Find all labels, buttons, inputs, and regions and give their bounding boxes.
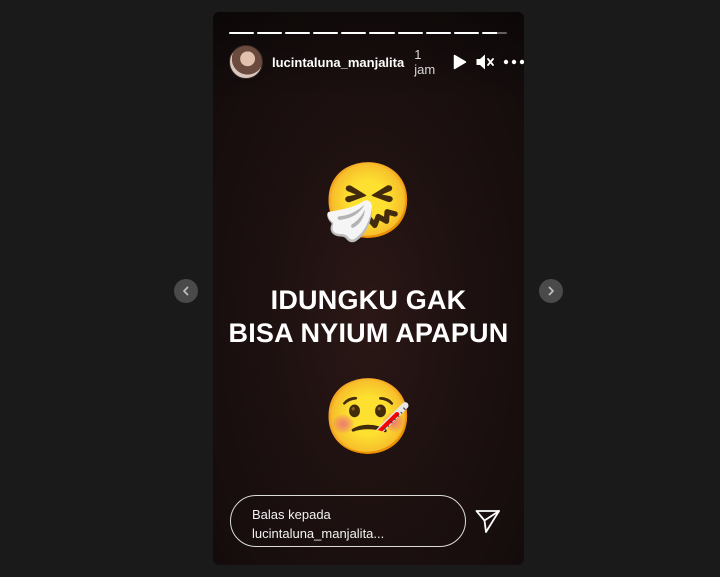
headline-line-1: IDUNGKU GAK <box>270 285 467 315</box>
progress-segment <box>397 32 423 34</box>
story-headline: IDUNGKU GAK BISA NYIUM APAPUN <box>213 284 524 350</box>
progress-segment <box>453 32 479 34</box>
send-icon <box>475 510 500 533</box>
chevron-right-icon <box>548 286 554 296</box>
progress-segment <box>257 32 283 34</box>
more-icon <box>503 59 524 65</box>
story-viewer[interactable]: lucintaluna_manjalita 1 jam 🤧 IDUNGKU GA… <box>213 12 524 565</box>
play-button[interactable] <box>453 52 467 72</box>
thermometer-face-emoji: 🤒 <box>322 374 415 460</box>
progress-segment <box>285 32 311 34</box>
headline-line-2: BISA NYIUM APAPUN <box>228 318 509 348</box>
reply-placeholder-line-2: lucintaluna_manjalita... <box>252 526 385 541</box>
username[interactable]: lucintaluna_manjalita <box>272 55 404 70</box>
progress-segment <box>369 32 395 34</box>
progress-segment <box>229 32 255 34</box>
nav-prev-button[interactable] <box>174 279 198 303</box>
progress-segment <box>425 32 451 34</box>
story-header: lucintaluna_manjalita 1 jam <box>229 45 524 79</box>
sneezing-face-emoji: 🤧 <box>322 158 415 244</box>
chevron-left-icon <box>183 286 189 296</box>
story-progress-bar <box>229 32 507 34</box>
reply-input[interactable]: Balas kepada lucintaluna_manjalita... <box>230 495 466 547</box>
nav-next-button[interactable] <box>539 279 563 303</box>
timestamp: 1 jam <box>414 47 436 77</box>
mute-icon <box>476 54 494 70</box>
progress-segment <box>313 32 339 34</box>
progress-segment-current <box>481 32 507 34</box>
mute-button[interactable] <box>475 52 495 72</box>
more-options-button[interactable] <box>503 52 524 72</box>
play-icon <box>453 54 467 70</box>
avatar[interactable] <box>229 45 263 79</box>
send-button[interactable] <box>474 508 502 534</box>
progress-segment <box>341 32 367 34</box>
reply-placeholder-line-1: Balas kepada <box>252 507 331 522</box>
